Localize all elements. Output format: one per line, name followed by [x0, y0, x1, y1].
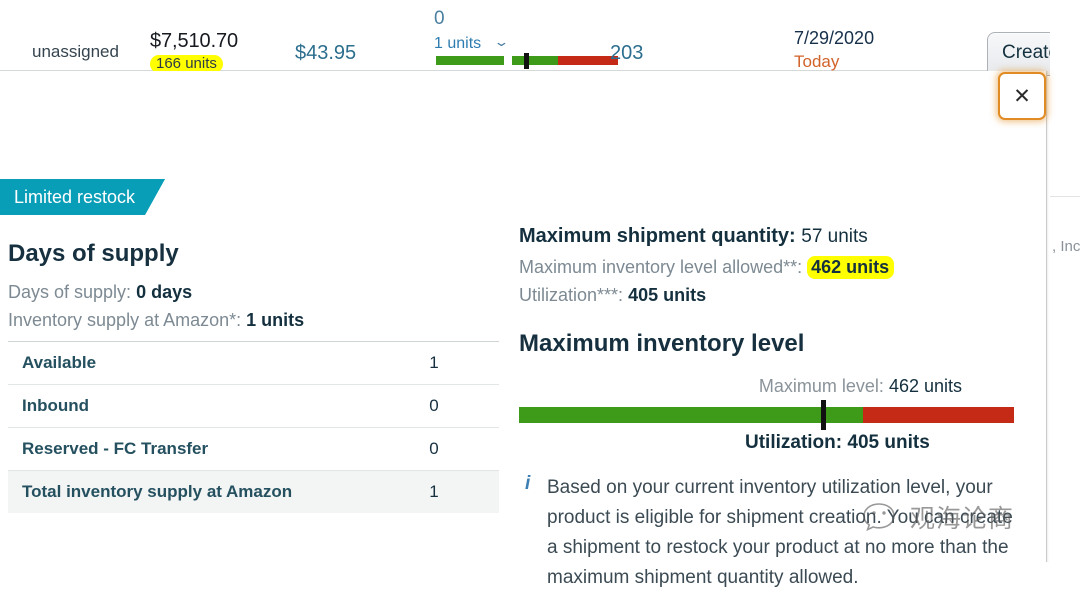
- row-label: Reserved - FC Transfer: [22, 439, 209, 458]
- inventory-supply-value: 1 units: [246, 310, 305, 330]
- price-value: $7,510.70: [150, 30, 239, 52]
- chart-bar-track: [519, 400, 1014, 430]
- price-cell: $7,510.70 166 units: [150, 30, 238, 73]
- maximum-inventory-level-title: Maximum inventory level: [519, 330, 805, 357]
- table-row-total: Total inventory supply at Amazon 1: [8, 470, 499, 513]
- info-icon: i: [525, 473, 531, 494]
- row-label: Available: [22, 353, 97, 372]
- days-of-supply-label: Days of supply:: [8, 282, 132, 302]
- secondary-price-value: $43.95: [295, 42, 357, 64]
- chart-bar-green-segment: [519, 407, 863, 423]
- row-label: Total inventory supply at Amazon: [22, 482, 293, 501]
- chart-utilization-marker: [821, 400, 826, 430]
- table-row: Available 1: [8, 341, 499, 384]
- chevron-down-icon: ⌄: [492, 34, 510, 49]
- chart-max-level-value: 462 units: [888, 376, 962, 396]
- days-of-supply-title: Days of supply: [8, 240, 179, 267]
- panel-edge-shadow: [1046, 71, 1049, 562]
- table-row: Reserved - FC Transfer 0: [8, 427, 499, 470]
- close-button[interactable]: ✕: [998, 72, 1046, 120]
- mini-utilization-bar: [436, 53, 618, 69]
- background-cut-text: , Inc: [1052, 238, 1080, 255]
- eligibility-note: i Based on your current inventory utiliz…: [519, 473, 1014, 593]
- utilization-value: 405 units: [628, 285, 707, 305]
- days-of-supply-line: Days of supply: 0 days: [8, 282, 192, 303]
- background-divider: [1050, 196, 1080, 197]
- chart-utilization-value: 405 units: [847, 432, 930, 453]
- mini-bar-marker: [524, 53, 529, 69]
- utilization-label: Utilization***:: [519, 285, 624, 305]
- max-inventory-allowed-label: Maximum inventory level allowed**:: [519, 257, 803, 277]
- row-value: 1: [429, 482, 439, 501]
- status-badge: Limited restock: [0, 179, 165, 215]
- mini-bar-red: [558, 56, 618, 65]
- row-label: Inbound: [22, 396, 90, 415]
- table-row: Inbound 0: [8, 384, 499, 427]
- date-value: 7/29/2020: [794, 28, 875, 48]
- supply-number-value: 203: [610, 42, 644, 64]
- max-shipment-quantity-value: 57 units: [801, 226, 868, 247]
- max-shipment-quantity-line: Maximum shipment quantity: 57 units: [519, 225, 868, 248]
- days-of-supply-value: 0 days: [136, 282, 193, 302]
- inventory-supply-line: Inventory supply at Amazon*: 1 units: [8, 310, 304, 331]
- utilization-line: Utilization***: 405 units: [519, 285, 706, 306]
- chart-max-level-annotation: Maximum level: 462 units: [759, 376, 962, 397]
- units-dropdown-label: 1 units: [434, 35, 482, 52]
- chart-utilization-label: Utilization:: [745, 432, 843, 453]
- max-inventory-allowed-line: Maximum inventory level allowed**: 462 u…: [519, 256, 895, 279]
- chart-utilization-annotation: Utilization: 405 units: [745, 432, 930, 454]
- inventory-breakdown-table: Available 1 Inbound 0 Reserved - FC Tran…: [8, 341, 499, 513]
- assignment-label: unassigned: [32, 42, 119, 61]
- utilization-chart: Maximum level: 462 units Utilization: 40…: [519, 376, 1014, 466]
- mini-bar-green-left: [436, 56, 504, 65]
- row-value: 0: [429, 396, 439, 415]
- background-page-bleed: [1050, 0, 1080, 562]
- max-inventory-allowed-value-highlight: 462 units: [807, 256, 895, 279]
- chart-max-level-label: Maximum level:: [758, 376, 884, 396]
- max-shipment-quantity-label: Maximum shipment quantity:: [519, 225, 796, 247]
- inbound-count-value: 0: [434, 8, 445, 29]
- inventory-supply-label: Inventory supply at Amazon*:: [8, 310, 242, 330]
- inventory-detail-panel: Limited restock Days of supply Days of s…: [0, 71, 1047, 588]
- eligibility-note-text: Based on your current inventory utilizat…: [547, 477, 1013, 588]
- row-value: 0: [429, 439, 439, 458]
- date-note: Today: [794, 52, 840, 71]
- units-dropdown[interactable]: 1 units ⌄: [434, 34, 510, 53]
- table-header-strip: unassigned $7,510.70 166 units $43.95 0 …: [0, 0, 1080, 76]
- row-value: 1: [429, 353, 439, 372]
